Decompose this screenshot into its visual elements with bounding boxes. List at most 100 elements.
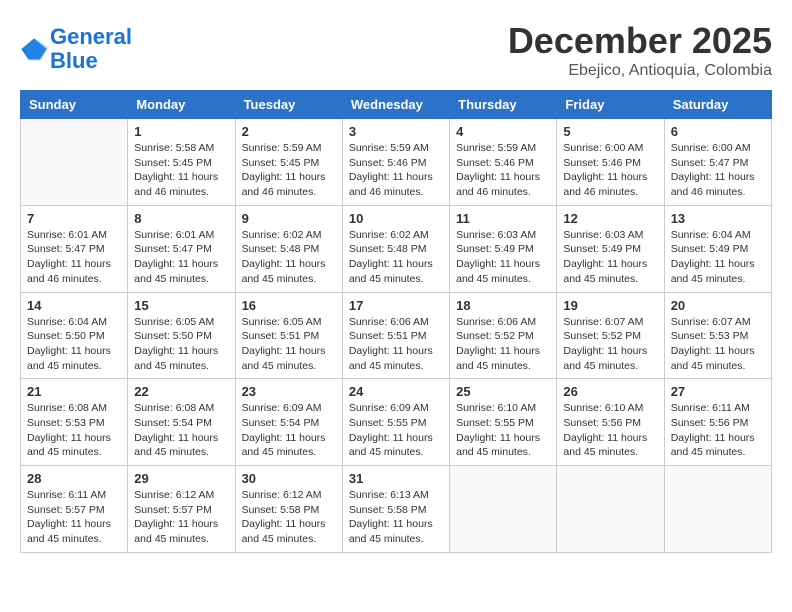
day-number: 2: [242, 124, 336, 139]
calendar-cell: 17 Sunrise: 6:06 AMSunset: 5:51 PMDayligh…: [342, 292, 449, 379]
calendar-cell: 7 Sunrise: 6:01 AMSunset: 5:47 PMDaylight…: [21, 205, 128, 292]
logo: General Blue: [20, 25, 132, 73]
day-number: 5: [563, 124, 657, 139]
calendar-table: SundayMondayTuesdayWednesdayThursdayFrid…: [20, 90, 772, 553]
day-number: 24: [349, 384, 443, 399]
calendar-cell: 30Sunrise: 6:12 AMSunset: 5:58 PMDayligh…: [235, 466, 342, 553]
day-number: 1: [134, 124, 228, 139]
weekday-header-friday: Friday: [557, 91, 664, 119]
logo-icon: [20, 35, 48, 63]
calendar-cell: 18 Sunrise: 6:06 AMSunset: 5:52 PMDayligh…: [450, 292, 557, 379]
calendar-cell: 15 Sunrise: 6:05 AMSunset: 5:50 PMDayligh…: [128, 292, 235, 379]
day-number: 6: [671, 124, 765, 139]
day-number: 14: [27, 298, 121, 313]
calendar-cell: 16Sunrise: 6:05 AMSunset: 5:51 PMDayligh…: [235, 292, 342, 379]
calendar-cell: 22 Sunrise: 6:08 AMSunset: 5:54 PMDayligh…: [128, 379, 235, 466]
day-info: Sunrise: 5:59 AMSunset: 5:46 PMDaylight:…: [456, 141, 550, 200]
title-block: December 2025 Ebejico, Antioquia, Colomb…: [508, 20, 772, 80]
day-info: Sunrise: 6:01 AMSunset: 5:47 PMDaylight:…: [134, 228, 228, 287]
calendar-cell: 23 Sunrise: 6:09 AMSunset: 5:54 PMDayligh…: [235, 379, 342, 466]
day-info: Sunrise: 6:05 AMSunset: 5:50 PMDaylight:…: [134, 315, 228, 374]
weekday-header-sunday: Sunday: [21, 91, 128, 119]
day-info: Sunrise: 6:01 AMSunset: 5:47 PMDaylight:…: [27, 228, 121, 287]
calendar-cell: [450, 466, 557, 553]
day-number: 27: [671, 384, 765, 399]
day-number: 30: [242, 471, 336, 486]
day-info: Sunrise: 6:12 AMSunset: 5:57 PMDaylight:…: [134, 488, 228, 547]
calendar-cell: 28 Sunrise: 6:11 AMSunset: 5:57 PMDayligh…: [21, 466, 128, 553]
month-title: December 2025: [508, 20, 772, 62]
day-info: Sunrise: 6:06 AMSunset: 5:51 PMDaylight:…: [349, 315, 443, 374]
day-info: Sunrise: 6:10 AMSunset: 5:55 PMDaylight:…: [456, 401, 550, 460]
day-info: Sunrise: 6:11 AMSunset: 5:56 PMDaylight:…: [671, 401, 765, 460]
day-info: Sunrise: 6:03 AMSunset: 5:49 PMDaylight:…: [456, 228, 550, 287]
day-number: 29: [134, 471, 228, 486]
day-number: 26: [563, 384, 657, 399]
day-number: 4: [456, 124, 550, 139]
day-number: 7: [27, 211, 121, 226]
day-number: 23: [242, 384, 336, 399]
calendar-cell: 20 Sunrise: 6:07 AMSunset: 5:53 PMDayligh…: [664, 292, 771, 379]
day-number: 17: [349, 298, 443, 313]
calendar-cell: 21Sunrise: 6:08 AMSunset: 5:53 PMDayligh…: [21, 379, 128, 466]
day-info: Sunrise: 6:06 AMSunset: 5:52 PMDaylight:…: [456, 315, 550, 374]
calendar-cell: 14 Sunrise: 6:04 AMSunset: 5:50 PMDayligh…: [21, 292, 128, 379]
location: Ebejico, Antioquia, Colombia: [508, 62, 772, 80]
page-header: General Blue December 2025 Ebejico, Anti…: [20, 20, 772, 80]
calendar-cell: [664, 466, 771, 553]
day-number: 22: [134, 384, 228, 399]
day-info: Sunrise: 6:04 AMSunset: 5:49 PMDaylight:…: [671, 228, 765, 287]
calendar-cell: 10Sunrise: 6:02 AMSunset: 5:48 PMDayligh…: [342, 205, 449, 292]
day-number: 21: [27, 384, 121, 399]
day-number: 9: [242, 211, 336, 226]
day-info: Sunrise: 6:00 AMSunset: 5:46 PMDaylight:…: [563, 141, 657, 200]
day-number: 20: [671, 298, 765, 313]
weekday-header-thursday: Thursday: [450, 91, 557, 119]
day-number: 31: [349, 471, 443, 486]
day-info: Sunrise: 6:07 AMSunset: 5:52 PMDaylight:…: [563, 315, 657, 374]
calendar-cell: 1Sunrise: 5:58 AMSunset: 5:45 PMDaylight…: [128, 119, 235, 206]
calendar-cell: 29 Sunrise: 6:12 AMSunset: 5:57 PMDayligh…: [128, 466, 235, 553]
day-info: Sunrise: 6:02 AMSunset: 5:48 PMDaylight:…: [242, 228, 336, 287]
weekday-header-saturday: Saturday: [664, 91, 771, 119]
day-number: 18: [456, 298, 550, 313]
day-number: 25: [456, 384, 550, 399]
calendar-cell: 13 Sunrise: 6:04 AMSunset: 5:49 PMDayligh…: [664, 205, 771, 292]
weekday-header-monday: Monday: [128, 91, 235, 119]
calendar-cell: 8 Sunrise: 6:01 AMSunset: 5:47 PMDaylight…: [128, 205, 235, 292]
weekday-header-wednesday: Wednesday: [342, 91, 449, 119]
day-info: Sunrise: 6:00 AMSunset: 5:47 PMDaylight:…: [671, 141, 765, 200]
calendar-cell: 31 Sunrise: 6:13 AMSunset: 5:58 PMDayligh…: [342, 466, 449, 553]
calendar-cell: 4 Sunrise: 5:59 AMSunset: 5:46 PMDaylight…: [450, 119, 557, 206]
calendar-cell: 9 Sunrise: 6:02 AMSunset: 5:48 PMDaylight…: [235, 205, 342, 292]
day-number: 19: [563, 298, 657, 313]
calendar-cell: 5 Sunrise: 6:00 AMSunset: 5:46 PMDaylight…: [557, 119, 664, 206]
day-info: Sunrise: 6:08 AMSunset: 5:54 PMDaylight:…: [134, 401, 228, 460]
calendar-cell: 6 Sunrise: 6:00 AMSunset: 5:47 PMDaylight…: [664, 119, 771, 206]
calendar-cell: 12Sunrise: 6:03 AMSunset: 5:49 PMDayligh…: [557, 205, 664, 292]
day-info: Sunrise: 6:10 AMSunset: 5:56 PMDaylight:…: [563, 401, 657, 460]
day-info: Sunrise: 6:09 AMSunset: 5:54 PMDaylight:…: [242, 401, 336, 460]
calendar-cell: 19 Sunrise: 6:07 AMSunset: 5:52 PMDayligh…: [557, 292, 664, 379]
day-number: 15: [134, 298, 228, 313]
logo-line2: Blue: [50, 48, 98, 73]
day-number: 8: [134, 211, 228, 226]
day-number: 13: [671, 211, 765, 226]
day-number: 11: [456, 211, 550, 226]
day-info: Sunrise: 6:02 AMSunset: 5:48 PMDaylight:…: [349, 228, 443, 287]
day-info: Sunrise: 6:03 AMSunset: 5:49 PMDaylight:…: [563, 228, 657, 287]
calendar-cell: [557, 466, 664, 553]
calendar-cell: 11 Sunrise: 6:03 AMSunset: 5:49 PMDayligh…: [450, 205, 557, 292]
day-info: Sunrise: 6:09 AMSunset: 5:55 PMDaylight:…: [349, 401, 443, 460]
day-info: Sunrise: 6:11 AMSunset: 5:57 PMDaylight:…: [27, 488, 121, 547]
day-info: Sunrise: 6:04 AMSunset: 5:50 PMDaylight:…: [27, 315, 121, 374]
day-info: Sunrise: 5:59 AMSunset: 5:45 PMDaylight:…: [242, 141, 336, 200]
calendar-cell: [21, 119, 128, 206]
day-info: Sunrise: 6:13 AMSunset: 5:58 PMDaylight:…: [349, 488, 443, 547]
calendar-cell: 2 Sunrise: 5:59 AMSunset: 5:45 PMDaylight…: [235, 119, 342, 206]
day-number: 3: [349, 124, 443, 139]
calendar-cell: 27 Sunrise: 6:11 AMSunset: 5:56 PMDayligh…: [664, 379, 771, 466]
day-info: Sunrise: 6:07 AMSunset: 5:53 PMDaylight:…: [671, 315, 765, 374]
day-number: 28: [27, 471, 121, 486]
day-info: Sunrise: 5:59 AMSunset: 5:46 PMDaylight:…: [349, 141, 443, 200]
